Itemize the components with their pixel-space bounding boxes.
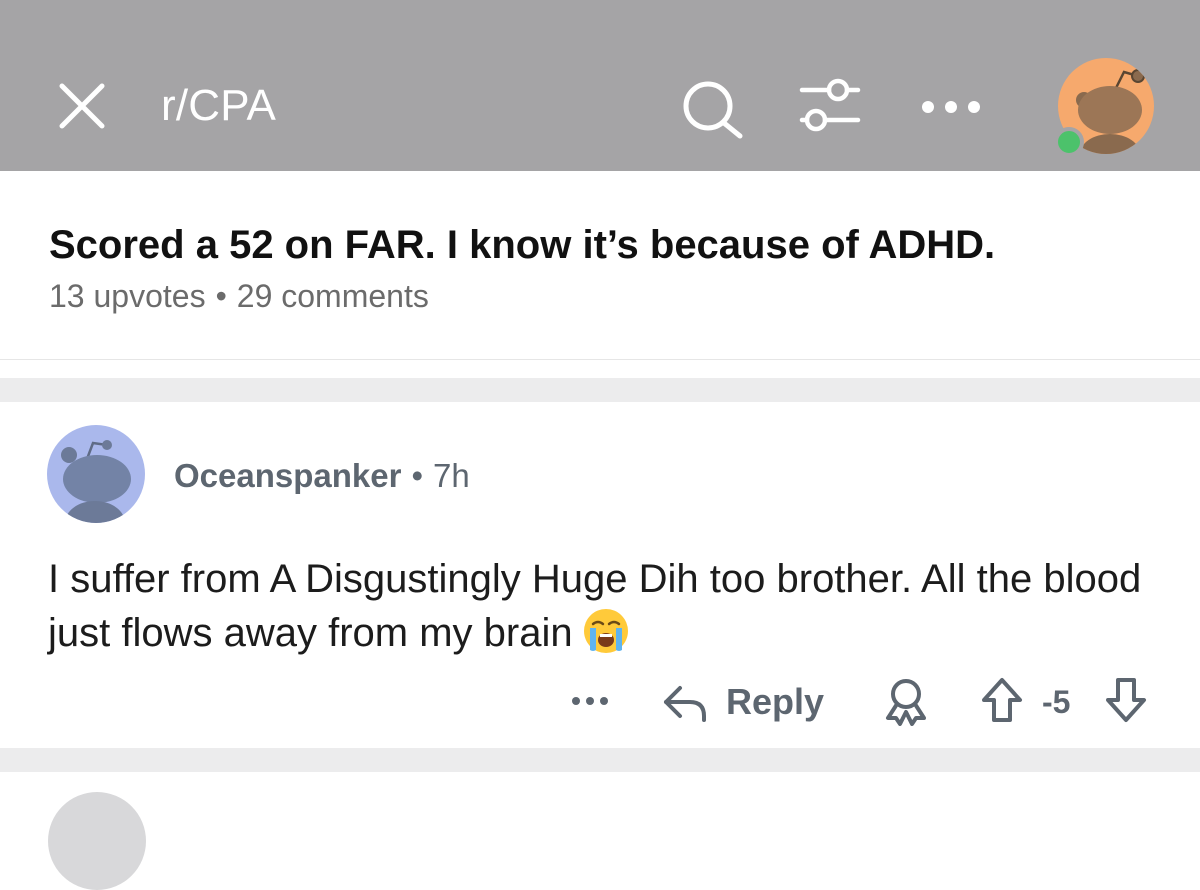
reply-label: Reply [726, 681, 825, 722]
commenter-avatar[interactable] [47, 425, 145, 523]
close-icon[interactable] [56, 80, 108, 132]
vote-score: -5 [1042, 684, 1071, 720]
reply-button[interactable]: Reply [660, 676, 824, 728]
downvote-arrow-icon[interactable] [1104, 676, 1148, 724]
reply-arrow-icon [664, 686, 706, 722]
award-icon[interactable] [880, 676, 932, 726]
subreddit-title[interactable]: r/CPA [161, 80, 276, 132]
section-separator [0, 748, 1200, 772]
filter-sliders-icon[interactable] [796, 74, 864, 138]
comment-header: Oceanspanker • 7h [174, 456, 470, 496]
upvote-arrow-icon[interactable] [980, 676, 1024, 724]
upvote-count: 13 upvotes [49, 278, 206, 314]
post-title[interactable]: Scored a 52 on FAR. I know it’s because … [49, 219, 1169, 271]
next-commenter-avatar[interactable] [48, 792, 146, 890]
divider [0, 359, 1200, 360]
comment-separator: • [411, 457, 424, 494]
comment-body: I suffer from A Disgustingly Huge Dih to… [48, 552, 1158, 660]
comment-timestamp: 7h [433, 457, 470, 494]
post-meta: 13 upvotes • 29 comments [49, 276, 429, 316]
search-icon[interactable] [680, 78, 746, 140]
comment-username[interactable]: Oceanspanker [174, 457, 401, 494]
meta-separator: • [215, 278, 227, 314]
loudly-crying-face-emoji [581, 606, 631, 656]
comment-count: 29 comments [236, 278, 429, 314]
section-separator [0, 378, 1200, 402]
top-bar: r/CPA [0, 0, 1200, 171]
more-horizontal-icon[interactable] [918, 96, 984, 118]
online-status-indicator [1054, 127, 1084, 157]
comment-more-icon[interactable] [570, 694, 610, 708]
